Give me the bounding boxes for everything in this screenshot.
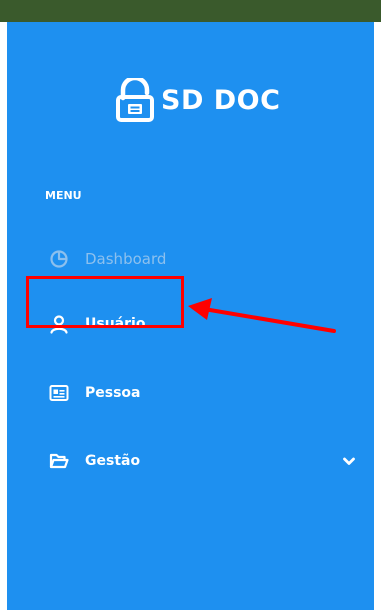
pie-chart-icon (48, 248, 70, 270)
brand-name: SD DOC (161, 84, 281, 116)
sidebar-item-label: Dashboard (85, 250, 167, 268)
id-card-icon (48, 382, 70, 404)
sidebar-item-usuario[interactable]: Usuário (37, 307, 357, 341)
top-strip (0, 0, 381, 22)
lock-document-icon (115, 78, 155, 122)
folder-open-icon (48, 450, 70, 472)
user-icon (48, 313, 70, 335)
brand-logo[interactable]: SD DOC (115, 78, 280, 122)
sidebar-item-label: Pessoa (85, 385, 141, 401)
sidebar-item-gestao[interactable]: Gestão (37, 444, 357, 478)
sidebar-item-label: Usuário (85, 316, 146, 332)
chevron-down-icon[interactable] (341, 453, 357, 469)
sidebar-item-dashboard[interactable]: Dashboard (37, 242, 357, 276)
sidebar-item-pessoa[interactable]: Pessoa (37, 376, 357, 410)
sidebar: SD DOC MENU Dashboard Usuário Pessoa Ges… (7, 22, 374, 610)
sidebar-item-label: Gestão (85, 453, 141, 469)
menu-heading: MENU (45, 189, 82, 202)
